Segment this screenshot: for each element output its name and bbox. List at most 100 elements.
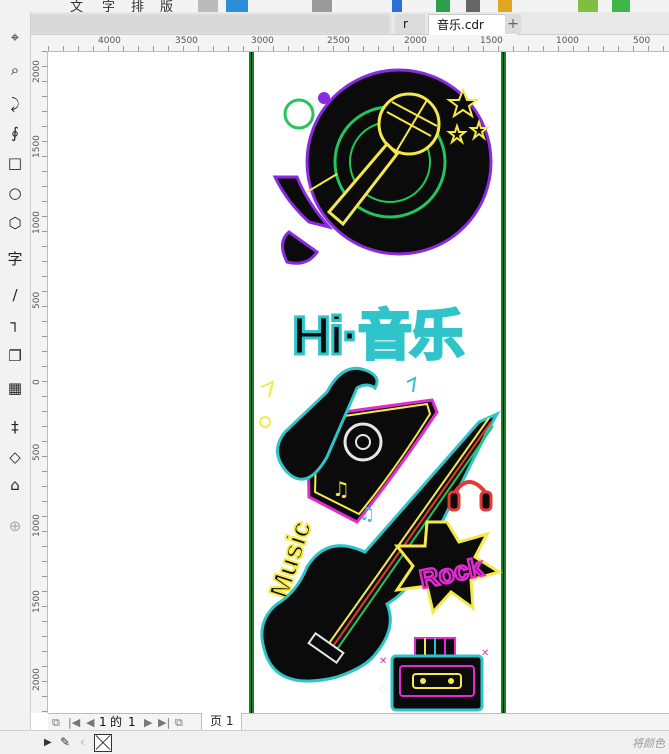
ruler-tick — [42, 156, 47, 157]
cassette-graphic: ✕ ✕ ◇ ◇ — [379, 637, 491, 712]
toolbar-button[interactable] — [612, 0, 630, 12]
smart-fill-tool[interactable]: ⌂ — [4, 474, 26, 496]
toolbar-button[interactable] — [498, 0, 512, 12]
toolbar-button[interactable] — [198, 0, 218, 12]
ruler-label: 1500 — [32, 135, 42, 158]
ruler-label: 0 — [32, 379, 42, 385]
interactive-fill-tool[interactable]: ◇ — [4, 446, 26, 468]
ruler-tick — [333, 46, 334, 51]
eyedropper-tool[interactable]: ‡ — [4, 416, 26, 438]
ruler-tick — [42, 186, 47, 187]
toolbar-glyph-2[interactable]: 字 — [102, 0, 115, 12]
ruler-tick — [318, 46, 319, 51]
ruler-tick — [438, 46, 439, 51]
ruler-label: 3000 — [251, 36, 274, 46]
toolbar-button[interactable] — [578, 0, 598, 12]
ruler-label: 2000 — [404, 36, 427, 46]
svg-text:◇: ◇ — [483, 684, 491, 695]
ruler-tick — [213, 46, 214, 51]
ellipse-tool[interactable]: ○ — [4, 182, 26, 204]
toolbar-button[interactable] — [312, 0, 332, 12]
ruler-tick — [42, 51, 47, 52]
ruler-corner[interactable] — [31, 35, 49, 52]
ruler-tick — [42, 531, 47, 532]
rectangle-tool[interactable]: □ — [4, 152, 26, 174]
toolbar-glyph-4[interactable]: 版 — [160, 0, 173, 12]
no-fill-swatch-icon[interactable] — [94, 734, 112, 752]
horizontal-ruler[interactable]: 4000 3500 3000 2500 2000 1500 1000 500 — [48, 35, 669, 52]
ruler-tick — [453, 46, 454, 51]
first-page-icon[interactable]: |◀ — [68, 714, 80, 731]
add-page-icon[interactable]: ⧉ — [175, 714, 183, 731]
transparency-tool[interactable]: ▦ — [4, 377, 26, 399]
next-page-icon[interactable]: ▶ — [144, 714, 152, 731]
ruler-label: 500 — [633, 36, 651, 46]
text-tool[interactable]: 字 — [4, 247, 26, 269]
ruler-tick — [42, 441, 47, 442]
ruler-tick — [42, 696, 47, 697]
ruler-tick — [42, 501, 47, 502]
neon-music-poster[interactable]: Hi·音乐 ♫ ♫ Music Rock ✕ ✕ ◇ ◇ — [247, 52, 510, 714]
drop-shadow-tool[interactable]: ❐ — [4, 345, 26, 367]
ruler-label: 1000 — [32, 211, 42, 234]
freehand-tool[interactable]: ⤸ — [4, 93, 26, 115]
bezier-tool[interactable]: ∮ — [4, 122, 26, 144]
status-hint: 将颜色 — [632, 737, 665, 750]
ruler-tick — [42, 396, 47, 397]
current-page-number[interactable]: 1 — [99, 714, 107, 731]
svg-text:♫: ♫ — [332, 477, 350, 501]
tab-previous-document[interactable]: r — [395, 14, 425, 34]
toolbar-button[interactable] — [226, 0, 248, 12]
previous-page-icon[interactable]: ◀ — [86, 714, 94, 731]
top-toolbar: 文 字 排 版 — [0, 0, 669, 12]
toolbar-button[interactable] — [392, 0, 402, 12]
ruler-tick — [42, 381, 47, 382]
expand-arrow-icon[interactable]: ▶ — [44, 734, 52, 751]
ruler-label: 2500 — [327, 36, 350, 46]
eyedropper-status-icon[interactable]: ✎ — [60, 734, 70, 751]
add-tool[interactable]: ⊕ — [4, 515, 26, 537]
polygon-tool[interactable]: ⬡ — [4, 212, 26, 234]
ruler-tick — [183, 46, 184, 51]
parallel-dimension-tool[interactable]: ∕ — [4, 284, 26, 306]
ruler-tick — [42, 546, 47, 547]
ruler-tick — [78, 46, 79, 51]
ruler-label: 2000 — [32, 668, 42, 691]
ruler-tick — [42, 636, 47, 637]
ruler-label: 1500 — [32, 590, 42, 613]
connector-tool[interactable]: ┐ — [4, 312, 26, 334]
ruler-tick — [42, 291, 47, 292]
toolbar-button[interactable] — [466, 0, 480, 12]
page-options-icon[interactable]: ⧉ — [52, 714, 60, 731]
add-tab-button[interactable]: + — [505, 14, 521, 34]
ruler-tick — [42, 96, 47, 97]
ruler-tick — [663, 46, 664, 51]
ruler-tick — [42, 216, 47, 217]
crop-tool[interactable]: ⌖ — [4, 26, 26, 48]
ruler-tick — [42, 666, 47, 667]
toolbar-glyph-1[interactable]: 文 — [70, 0, 83, 12]
zoom-tool[interactable]: ⌕ — [4, 59, 26, 81]
ruler-tick — [42, 366, 47, 367]
toolbox: ⌖ ⌕ ⤸ ∮ □ ○ ⬡ 字 ∕ ┐ ❐ ▦ ‡ ◇ ⌂ ⊕ — [0, 12, 31, 730]
vertical-ruler[interactable]: 2000 1500 1000 500 0 500 1000 1500 2000 — [31, 51, 48, 713]
page-navigator: ⧉ |◀ ◀ 1 的 1 ▶ ▶| ⧉ 页 1 — [48, 713, 669, 731]
collapse-arrow-icon[interactable]: ‹ — [80, 734, 85, 751]
page-tab[interactable]: 页 1 — [201, 713, 243, 731]
ruler-tick — [378, 46, 379, 51]
last-page-icon[interactable]: ▶| — [158, 714, 170, 731]
ruler-label: 1500 — [480, 36, 503, 46]
ruler-tick — [42, 261, 47, 262]
ruler-tick — [468, 46, 469, 51]
ruler-tick — [558, 46, 559, 51]
ruler-tick — [513, 46, 514, 51]
ruler-tick — [42, 426, 47, 427]
ruler-tick — [42, 321, 47, 322]
poster-headline: Hi·音乐 — [292, 306, 464, 366]
ruler-label: 2000 — [32, 60, 42, 83]
ruler-tick — [93, 46, 94, 51]
toolbar-glyph-3[interactable]: 排 — [131, 0, 144, 12]
toolbar-button[interactable] — [436, 0, 450, 12]
ruler-tick — [198, 46, 199, 51]
document-page[interactable]: Hi·音乐 ♫ ♫ Music Rock ✕ ✕ ◇ ◇ — [247, 52, 510, 714]
